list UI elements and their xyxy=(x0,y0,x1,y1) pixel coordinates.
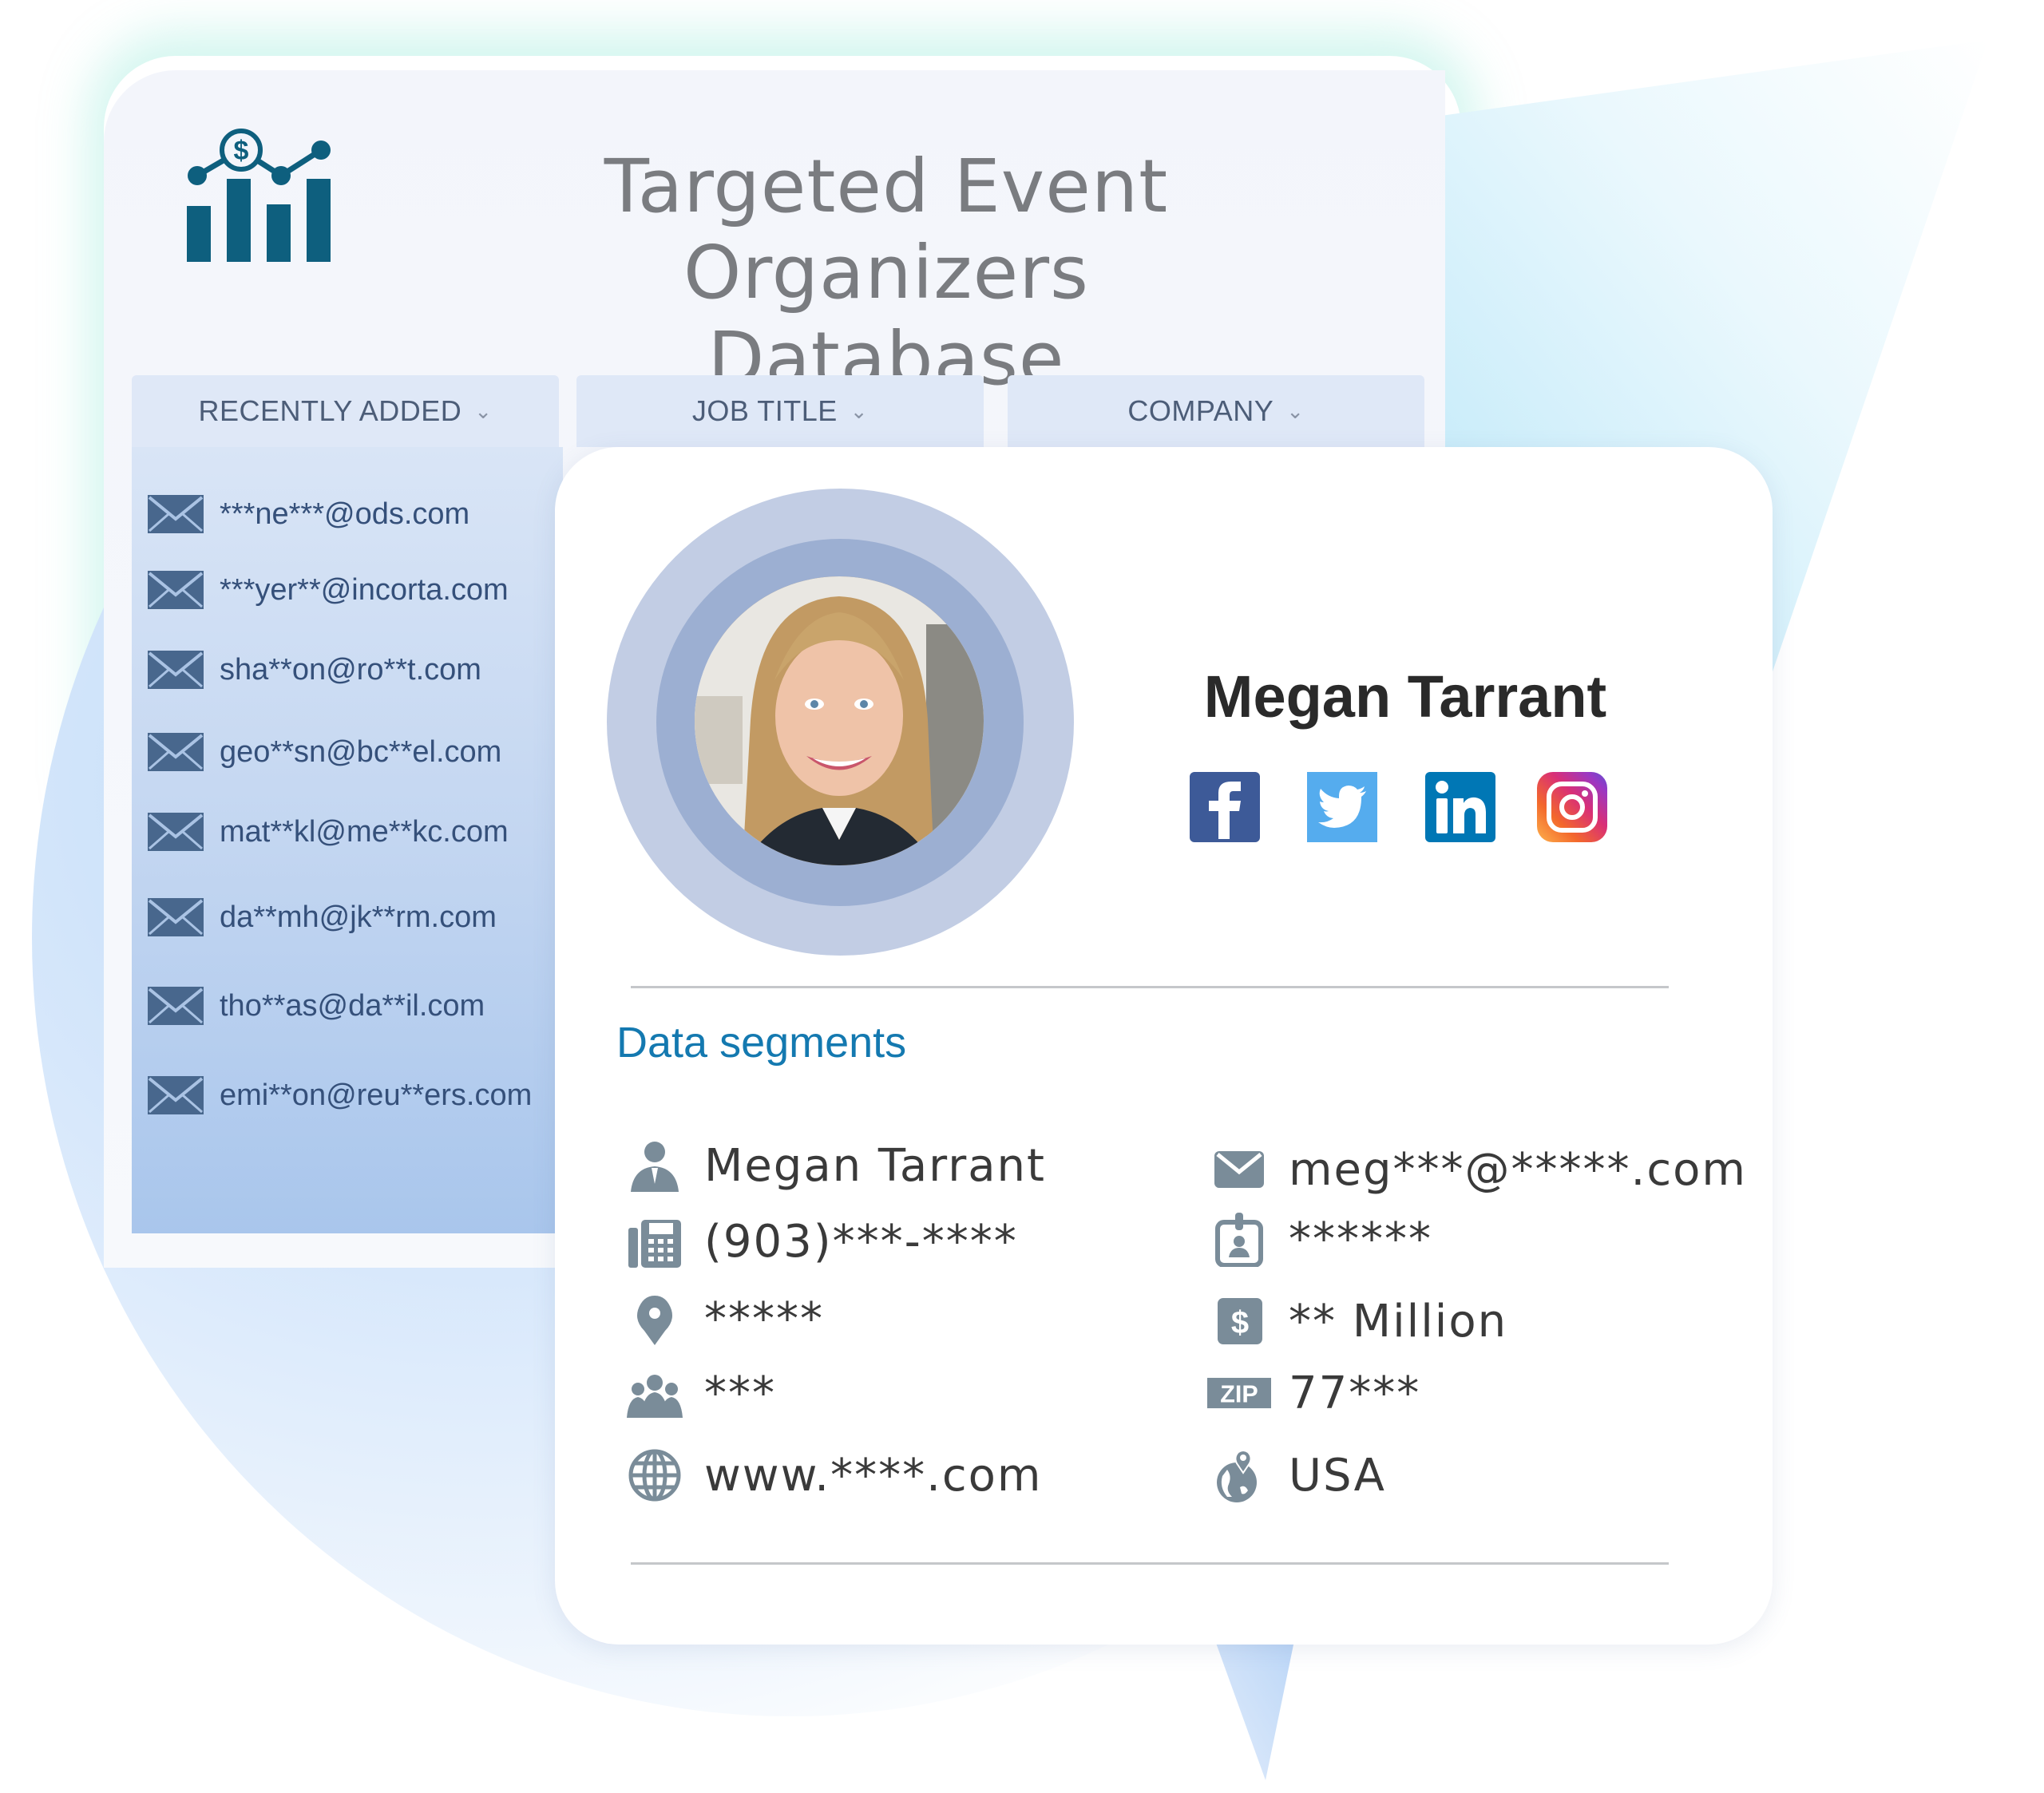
location-pin-icon xyxy=(623,1287,687,1351)
segment-row-right: ****** xyxy=(1207,1207,1432,1271)
zip-icon: ZIP xyxy=(1207,1361,1271,1425)
segment-row-right: USA xyxy=(1207,1443,1386,1507)
segment-row-left: www.****.com xyxy=(623,1443,1042,1507)
chevron-down-icon: ⌄ xyxy=(474,398,493,423)
envelope-icon xyxy=(148,813,204,851)
email-address: emi**on@reu**ers.com xyxy=(220,1078,533,1112)
portrait-illustration xyxy=(695,576,984,865)
email-list-item[interactable]: emi**on@reu**ers.com xyxy=(148,1076,532,1114)
svg-text:$: $ xyxy=(1231,1305,1249,1340)
segment-value: Megan Tarrant xyxy=(704,1139,1047,1192)
chart-dollar-logo-icon: $ xyxy=(187,129,331,262)
envelope-icon xyxy=(148,1076,204,1114)
segment-row-left: ***** xyxy=(623,1287,824,1351)
segment-row-right: $ ** Million xyxy=(1207,1289,1507,1353)
segment-value: (903)***-**** xyxy=(704,1215,1018,1268)
id-badge-icon xyxy=(1207,1207,1271,1271)
email-address: geo**sn@bc**el.com xyxy=(220,734,502,769)
email-address: da**mh@jk**rm.com xyxy=(220,900,497,934)
email-address: sha**on@ro**t.com xyxy=(220,652,481,687)
globe-icon xyxy=(623,1443,687,1507)
column-header-label: RECENTLY ADDED xyxy=(198,394,462,427)
envelope-icon xyxy=(148,571,204,609)
linkedin-link[interactable] xyxy=(1425,772,1495,842)
data-segments-heading: Data segments xyxy=(616,1019,907,1067)
envelope-icon xyxy=(1207,1138,1271,1201)
segment-value: USA xyxy=(1289,1449,1386,1502)
segment-value: *** xyxy=(704,1367,776,1419)
envelope-icon xyxy=(148,987,204,1025)
email-address: mat**kl@me**kc.com xyxy=(220,814,509,849)
page-title: Targeted Event Organizers Database xyxy=(415,144,1357,402)
segment-value: ****** xyxy=(1289,1213,1432,1265)
twitter-link[interactable] xyxy=(1307,772,1377,842)
email-list-item[interactable]: tho**as@da**il.com xyxy=(148,987,485,1025)
facebook-icon xyxy=(1209,782,1241,839)
email-list-item[interactable]: da**mh@jk**rm.com xyxy=(148,898,497,936)
phone-fax-icon xyxy=(623,1209,687,1273)
segment-value: ***** xyxy=(704,1292,824,1345)
email-list-item[interactable]: geo**sn@bc**el.com xyxy=(148,733,501,771)
divider xyxy=(631,1562,1669,1565)
envelope-icon xyxy=(148,651,204,689)
twitter-icon xyxy=(1318,786,1366,828)
svg-text:$: $ xyxy=(234,136,249,166)
linkedin-icon xyxy=(1436,781,1486,833)
globe-pin-icon xyxy=(1207,1443,1271,1507)
email-address: tho**as@da**il.com xyxy=(220,988,485,1023)
segment-value: www.****.com xyxy=(704,1449,1043,1502)
segment-row-right: ZIP 77*** xyxy=(1207,1361,1420,1425)
chevron-down-icon: ⌄ xyxy=(1286,398,1305,423)
email-address: ***yer**@incorta.com xyxy=(220,572,509,607)
segment-value: ** Million xyxy=(1289,1295,1508,1348)
email-list-item[interactable]: ***ne***@ods.com xyxy=(148,495,469,533)
column-header-recently-added[interactable]: RECENTLY ADDED ⌄ xyxy=(132,375,559,447)
team-icon xyxy=(623,1361,687,1425)
email-list-item[interactable]: sha**on@ro**t.com xyxy=(148,651,481,689)
envelope-icon xyxy=(148,898,204,936)
segment-row-left: *** xyxy=(623,1361,776,1425)
email-list-item[interactable]: ***yer**@incorta.com xyxy=(148,571,509,609)
divider xyxy=(631,986,1669,988)
column-header-label: COMPANY xyxy=(1127,394,1274,427)
contact-name: Megan Tarrant xyxy=(1203,663,1607,730)
recently-added-list: ***ne***@ods.com ***yer**@incorta.com sha*… xyxy=(132,447,563,1233)
segment-value: meg***@*****.com xyxy=(1289,1143,1747,1196)
envelope-icon xyxy=(148,495,204,533)
segment-value: 77*** xyxy=(1289,1367,1421,1419)
column-header-label: JOB TITLE xyxy=(691,394,838,427)
envelope-icon xyxy=(148,733,204,771)
facebook-link[interactable] xyxy=(1190,772,1260,842)
triangle-bottom xyxy=(1210,1625,1297,1780)
column-header-job-title[interactable]: JOB TITLE ⌄ xyxy=(576,375,984,447)
segment-row-left: (903)***-**** xyxy=(623,1209,1018,1273)
dollar-icon: $ xyxy=(1207,1289,1271,1353)
instagram-icon xyxy=(1547,782,1598,833)
chevron-down-icon: ⌄ xyxy=(850,398,869,423)
email-address: ***ne***@ods.com xyxy=(220,497,470,531)
page-title-line1: Targeted Event Organizers xyxy=(604,144,1169,315)
segment-row-right: meg***@*****.com xyxy=(1207,1138,1747,1201)
segment-row-left: Megan Tarrant xyxy=(623,1134,1046,1197)
email-list-item[interactable]: mat**kl@me**kc.com xyxy=(148,813,509,851)
svg-text:ZIP: ZIP xyxy=(1220,1380,1258,1407)
column-header-company[interactable]: COMPANY ⌄ xyxy=(1008,375,1424,447)
person-icon xyxy=(623,1134,687,1197)
avatar xyxy=(695,576,984,865)
instagram-link[interactable] xyxy=(1537,772,1607,842)
